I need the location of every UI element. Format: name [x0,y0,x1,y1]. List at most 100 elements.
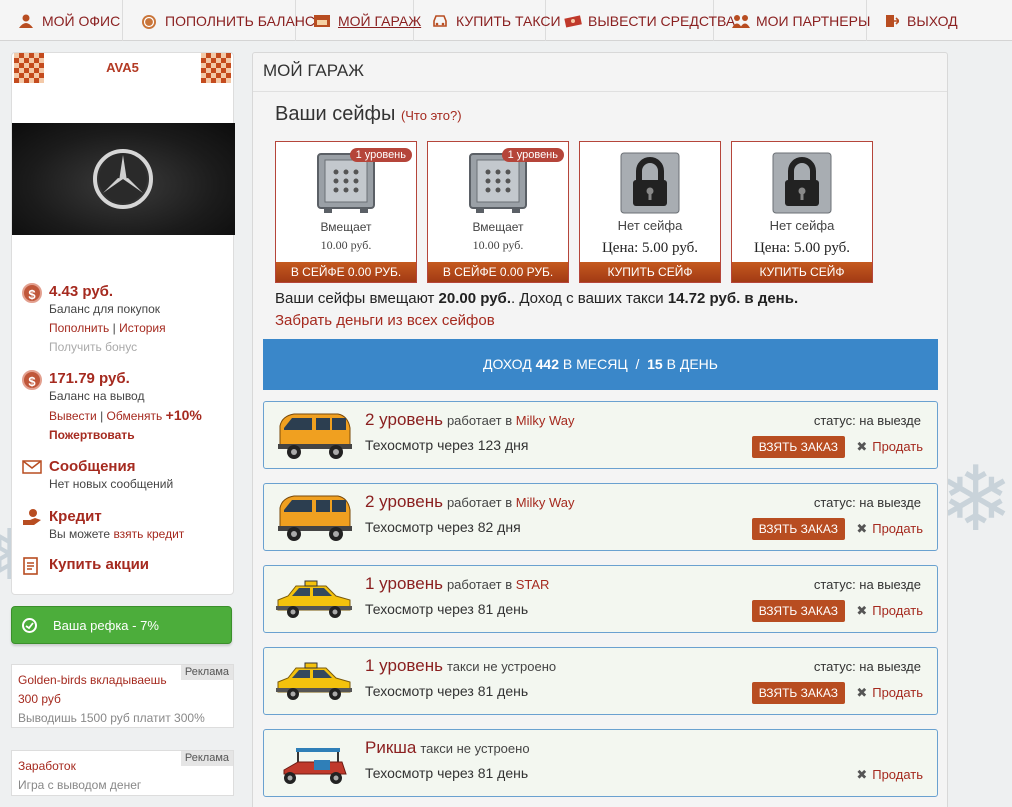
take-order-button[interactable]: ВЗЯТЬ ЗАКАЗ [751,518,845,540]
take-credit-link[interactable]: взять кредит [113,527,184,541]
coin-icon [141,14,157,29]
car-inspection: Техосмотр через 82 дня [365,519,521,535]
car-row: 1 уровень работает в STAR Техосмотр через… [263,565,938,633]
take-order-button[interactable]: ВЗЯТЬ ЗАКАЗ [751,682,845,704]
car-works-text: такси не устроено [446,659,557,674]
nav-partners[interactable]: МОИ ПАРТНЕРЫ [714,0,870,41]
credit-block: Кредит Вы можете взять кредит [22,508,184,544]
credit-hand-icon [23,509,41,525]
nav-my-garage[interactable]: МОЙ ГАРАЖ [296,0,421,41]
car-works-text: работает в [446,495,513,510]
car-park-link[interactable]: Milky Way [516,495,575,510]
nav-label: ПОПОЛНИТЬ БАЛАНС [165,12,316,29]
close-icon: ✖ [856,685,868,700]
exchange-bonus: +10% [165,407,202,423]
donate-link[interactable]: Пожертвовать [49,428,135,442]
money-icon [564,14,582,28]
rickshaw-icon [283,748,347,784]
income-text: ДОХОД [483,356,536,372]
safes-help-link[interactable]: (Что это?) [401,108,462,123]
income-day: 15 [647,356,663,372]
safe-capacity-value: 10.00 руб. [472,238,524,252]
car-status: статус: на выезде [813,495,921,510]
ad-block[interactable]: Реклама Заработок Игра с выводом денег [11,750,234,796]
safes-summary: Ваши сейфы вмещают 20.00 руб.. Доход с в… [275,290,798,307]
buy-safe-button[interactable]: КУПИТЬ СЕЙФ [732,262,872,282]
exit-icon [885,14,901,28]
nav-exit[interactable]: ВЫХОД [867,0,967,41]
taxi-icon [276,580,352,618]
buy-shares-link[interactable]: Купить акции [49,556,149,573]
snowflake-icon: ❄ [938,450,1012,550]
car-icon [432,14,448,28]
profile-card: AVA5 $ 4.43 руб. Баланс для покупок Попо… [11,52,235,595]
safe-balance-button[interactable]: В СЕЙФЕ 0.00 РУБ. [276,262,416,282]
sell-button[interactable]: ✖ Продать [856,521,923,537]
ad-block[interactable]: Реклама Golden-birds вкладываешь 300 руб… [11,664,234,728]
nav-my-office[interactable]: МОЙ ОФИС [0,0,123,41]
take-order-button[interactable]: ВЗЯТЬ ЗАКАЗ [751,436,845,458]
ruble-coin-icon: $ [22,370,42,390]
ad-tag: Реклама [180,665,233,680]
nav-label: ВЫХОД [907,12,958,29]
history-link[interactable]: История [119,321,166,335]
safe-card: 1 уровень Вмещает 10.00 руб. В СЕЙФЕ 0.0… [275,141,417,283]
car-park-link[interactable]: Milky Way [516,413,575,428]
car-inspection: Техосмотр через 81 день [365,765,529,781]
get-bonus-link[interactable]: Получить бонус [49,338,166,357]
nav-topup-balance[interactable]: ПОПОЛНИТЬ БАЛАНС [123,0,315,41]
safe-price: Цена: 5.00 руб. [753,240,851,256]
daily-income: 14.72 руб. в день. [667,290,799,307]
withdraw-link[interactable]: Вывести [49,409,97,423]
car-works-text: работает в [446,413,513,428]
shares-block: Купить акции [22,556,149,575]
username: AVA5 [106,60,139,75]
take-order-button[interactable]: ВЗЯТЬ ЗАКАЗ [751,600,845,622]
divider [253,91,947,92]
balance-purchase-block: $ 4.43 руб. Баланс для покупок Пополнить… [22,283,166,357]
nav-buy-taxi[interactable]: КУПИТЬ ТАКСИ [414,0,561,41]
car-level-label: 2 уровень [365,410,443,429]
no-safe-label: Нет сейфа [769,218,835,233]
income-banner: ДОХОД 442 В МЕСЯЦ / 15 В ДЕНЬ [263,339,938,390]
car-level: 2 уровень работает в Milky Way [365,410,574,430]
referral-button[interactable]: Ваша рефка - 7% [11,606,232,644]
ruble-coin-icon: $ [22,283,42,303]
sell-button[interactable]: ✖ Продать [856,767,923,783]
car-level-label: 1 уровень [365,574,443,593]
safe-capacity-label: Вмещает [472,220,524,234]
car-level: 1 уровень такси не устроено [365,656,556,676]
credit-title[interactable]: Кредит [49,508,184,525]
safes-capacity-total: 20.00 руб. [438,290,511,307]
safe-balance-button[interactable]: В СЕЙФЕ 0.00 РУБ. [428,262,568,282]
car-works-text: такси не устроено [420,741,530,756]
nav-withdraw[interactable]: ВЫВЕСТИ СРЕДСТВА [546,0,735,41]
sell-label: Продать [872,685,923,700]
car-level: Рикша такси не устроено [365,738,530,758]
exchange-link[interactable]: Обменять [107,409,163,423]
sell-button[interactable]: ✖ Продать [856,603,923,619]
topup-link[interactable]: Пополнить [49,321,109,335]
sell-button[interactable]: ✖ Продать [856,439,923,455]
close-icon: ✖ [856,521,868,536]
sell-label: Продать [872,603,923,618]
messages-title[interactable]: Сообщения [49,458,173,475]
envelope-icon [22,460,42,474]
buy-safe-button[interactable]: КУПИТЬ СЕЙФ [580,262,720,282]
sell-button[interactable]: ✖ Продать [856,685,923,701]
car-row: 2 уровень работает в Milky Way Техосмотр … [263,401,938,469]
safe-price: Цена: 5.00 руб. [601,240,699,256]
left-sidebar: AVA5 $ 4.43 руб. Баланс для покупок Попо… [11,52,235,796]
car-park-link[interactable]: STAR [516,577,550,592]
balance-withdraw-label: Баланс на вывод [49,389,145,403]
take-all-money-link[interactable]: Забрать деньги из всех сейфов [275,312,495,329]
income-text: В МЕСЯЦ / [558,356,648,372]
safe-capacity-label: Вмещает [320,220,372,234]
close-icon: ✖ [856,439,868,454]
income-text: В ДЕНЬ [662,356,718,372]
page-title: МОЙ ГАРАЖ [263,61,364,80]
users-icon [18,14,34,28]
safes-heading: Ваши сейфы (Что это?) [275,103,462,126]
income-month: 442 [535,356,559,372]
car-level-label: 1 уровень [365,656,443,675]
